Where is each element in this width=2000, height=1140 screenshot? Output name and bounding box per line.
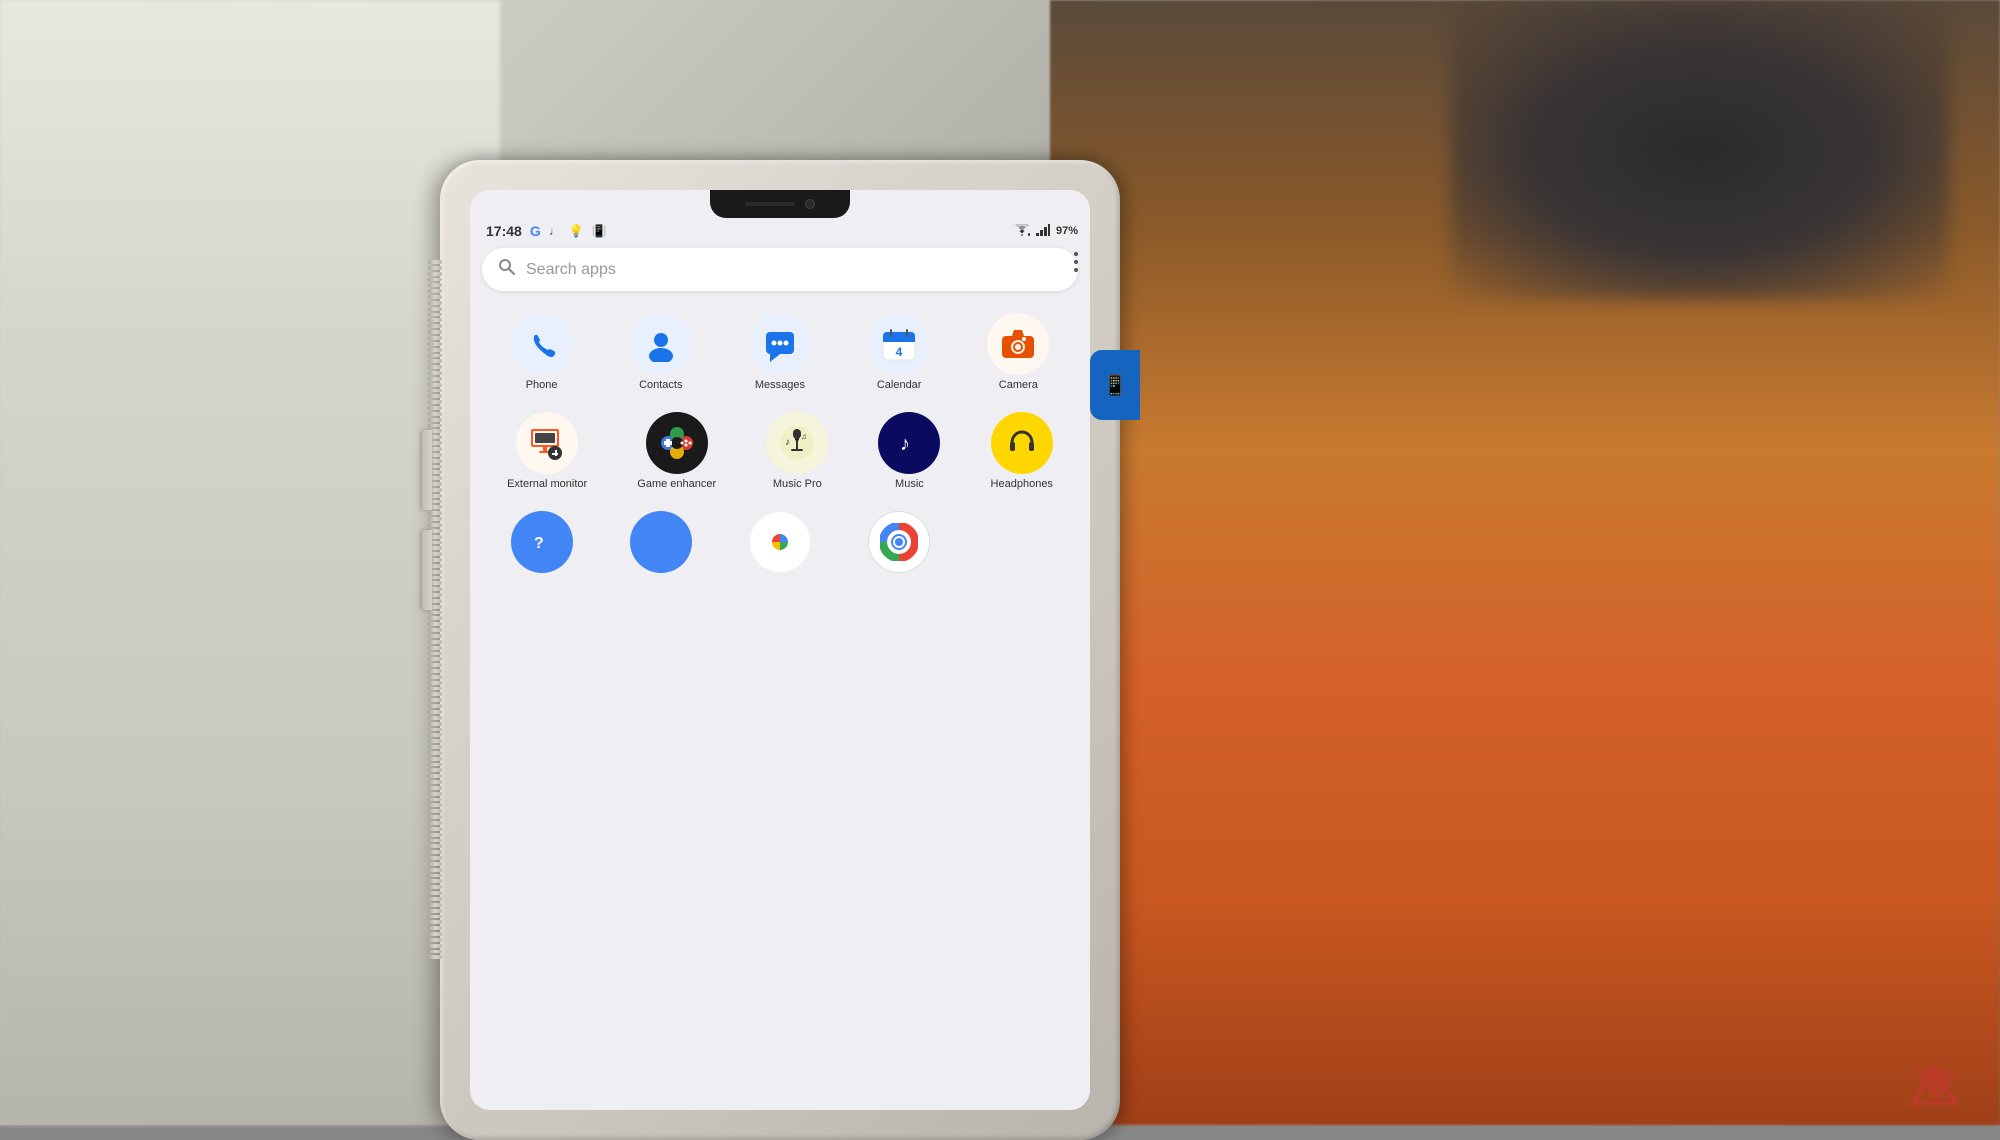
contacts-app-label: Contacts	[639, 379, 682, 392]
partial-app-2-icon	[630, 511, 692, 573]
music-icon: ♪	[878, 412, 940, 474]
google-indicator: G	[530, 223, 541, 239]
game-enhancer-label: Game enhancer	[637, 478, 716, 491]
app-partial-2[interactable]	[628, 505, 694, 579]
overflow-menu-button[interactable]	[1070, 248, 1082, 276]
speaker	[745, 202, 795, 206]
svg-text:♪: ♪	[900, 433, 910, 455]
app-empty	[985, 505, 1051, 579]
phone-frame: 17:48 G ♩ 💡 📳	[440, 160, 1120, 1140]
app-partial-1[interactable]: ?	[509, 505, 575, 579]
front-camera	[805, 199, 815, 209]
dot1	[1074, 252, 1078, 256]
signal-icon	[1036, 224, 1050, 239]
svg-text:4: 4	[896, 345, 903, 359]
contacts-app-icon	[630, 313, 692, 375]
app-external-monitor[interactable]: External monitor	[505, 406, 589, 497]
device-icon: 📳	[592, 224, 607, 238]
phone-device: 17:48 G ♩ 💡 📳	[440, 160, 1120, 1140]
app-row-2: External monitor	[482, 406, 1078, 497]
chrome-icon	[868, 511, 930, 573]
app-photos[interactable]	[747, 505, 813, 579]
app-drawer: Search apps	[470, 240, 1090, 595]
partial-app-1-icon: ?	[511, 511, 573, 573]
app-messages[interactable]: Messages	[747, 307, 813, 398]
camera-app-icon	[987, 313, 1049, 375]
music-label: Music	[895, 478, 924, 491]
music-pro-icon: ♪ ♫	[766, 412, 828, 474]
status-left: 17:48 G ♩ 💡 📳	[486, 223, 607, 239]
app-headphones[interactable]: Headphones	[989, 406, 1055, 497]
volume-down-button[interactable]	[422, 530, 432, 610]
background-top-right	[1450, 0, 1950, 300]
messages-app-icon	[749, 313, 811, 375]
calendar-app-label: Calendar	[877, 379, 922, 392]
phone-screen: 17:48 G ♩ 💡 📳	[470, 190, 1090, 1110]
app-chrome[interactable]	[866, 505, 932, 579]
watermark	[1900, 1060, 1970, 1105]
notification-icon: 💡	[569, 224, 584, 238]
app-music-pro[interactable]: ♪ ♫ Music Pro	[764, 406, 830, 497]
svg-text:♪: ♪	[785, 437, 790, 448]
app-phone[interactable]: Phone	[509, 307, 575, 398]
headphones-icon	[991, 412, 1053, 474]
app-game-enhancer[interactable]: Game enhancer	[635, 406, 718, 497]
empty-slot	[987, 511, 1049, 573]
svg-text:?: ?	[534, 535, 544, 552]
calendar-app-icon: 4	[868, 313, 930, 375]
app-row-3: ?	[482, 505, 1078, 579]
battery-level: 97%	[1056, 225, 1078, 237]
search-bar[interactable]: Search apps	[482, 248, 1078, 291]
music-icon: ♩	[549, 224, 561, 238]
edge-app-icon: 📱	[1090, 350, 1140, 420]
wifi-icon	[1014, 224, 1030, 239]
external-monitor-icon	[516, 412, 578, 474]
phone-ridges	[428, 260, 442, 960]
photos-icon	[749, 511, 811, 573]
app-camera[interactable]: Camera	[985, 307, 1051, 398]
phone-app-icon	[511, 313, 573, 375]
dot3	[1074, 268, 1078, 272]
app-music[interactable]: ♪ Music	[876, 406, 942, 497]
camera-app-label: Camera	[999, 379, 1038, 392]
svg-text:♫: ♫	[801, 432, 807, 441]
status-right: 97%	[1014, 224, 1078, 239]
app-calendar[interactable]: 4 Calendar	[866, 307, 932, 398]
headphones-label: Headphones	[991, 478, 1053, 491]
phone-app-label: Phone	[526, 379, 558, 392]
music-pro-label: Music Pro	[773, 478, 822, 491]
app-contacts[interactable]: Contacts	[628, 307, 694, 398]
status-time: 17:48	[486, 223, 522, 239]
search-icon	[498, 258, 516, 281]
dot2	[1074, 260, 1078, 264]
volume-up-button[interactable]	[422, 430, 432, 510]
search-placeholder[interactable]: Search apps	[526, 261, 1062, 279]
game-enhancer-icon	[646, 412, 708, 474]
phone-notch	[710, 190, 850, 218]
messages-app-label: Messages	[755, 379, 805, 392]
app-row-1: Phone Contacts	[482, 307, 1078, 398]
external-monitor-label: External monitor	[507, 478, 587, 491]
